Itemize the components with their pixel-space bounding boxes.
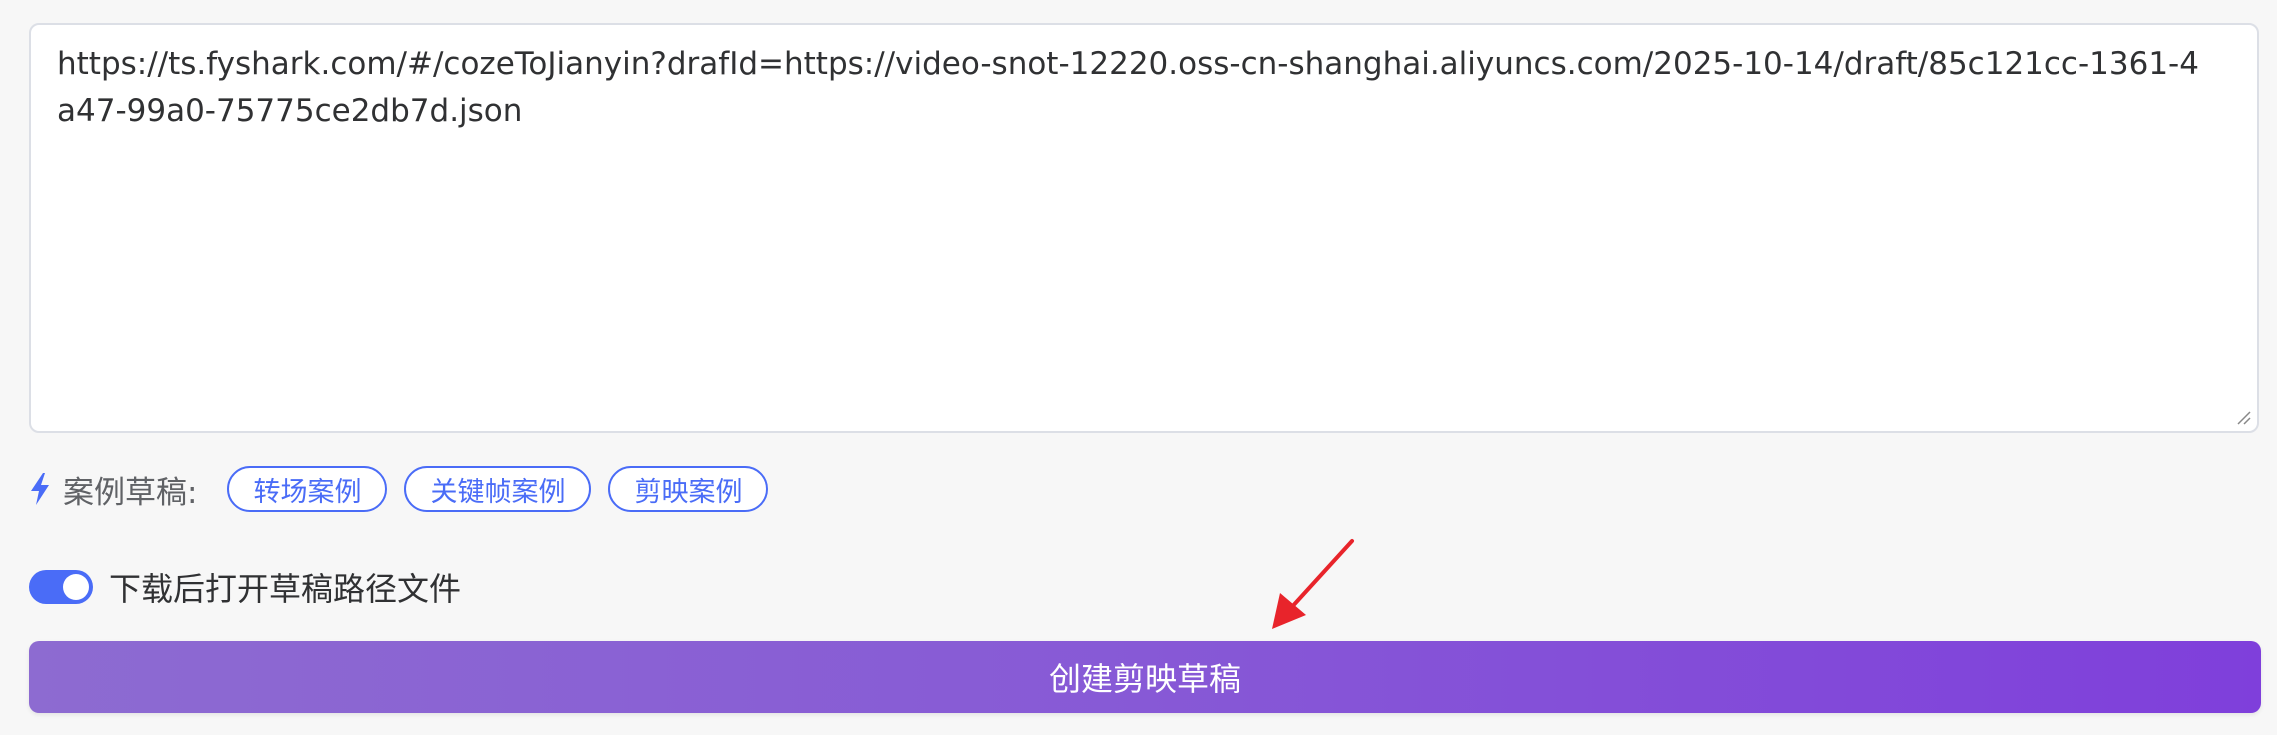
open-after-download-label: 下载后打开草稿路径文件 — [109, 570, 462, 608]
create-jianying-draft-button[interactable]: 创建剪映草稿 — [29, 641, 2261, 713]
draft-url-textarea[interactable]: https://ts.fyshark.com/#/cozeToJianyin?d… — [57, 41, 2217, 411]
draft-creator-panel: https://ts.fyshark.com/#/cozeToJianyin?d… — [0, 0, 2277, 735]
lightning-icon — [31, 473, 49, 505]
annotation-arrow-icon — [1272, 539, 1354, 629]
resize-handle-icon[interactable] — [2235, 409, 2251, 425]
example-chip-transition[interactable]: 转场案例 — [227, 466, 388, 512]
example-drafts-label: 案例草稿: — [63, 474, 198, 511]
open-after-download-toggle[interactable] — [29, 570, 93, 604]
example-chip-keyframe[interactable]: 关键帧案例 — [404, 466, 592, 512]
example-chip-jianying[interactable]: 剪映案例 — [608, 466, 769, 512]
draft-url-textarea-container: https://ts.fyshark.com/#/cozeToJianyin?d… — [29, 23, 2259, 433]
open-after-download-row: 下载后打开草稿路径文件 — [29, 562, 461, 612]
example-drafts-row: 案例草稿: 转场案例 关键帧案例 剪映案例 — [29, 464, 785, 514]
toggle-knob — [63, 574, 89, 600]
